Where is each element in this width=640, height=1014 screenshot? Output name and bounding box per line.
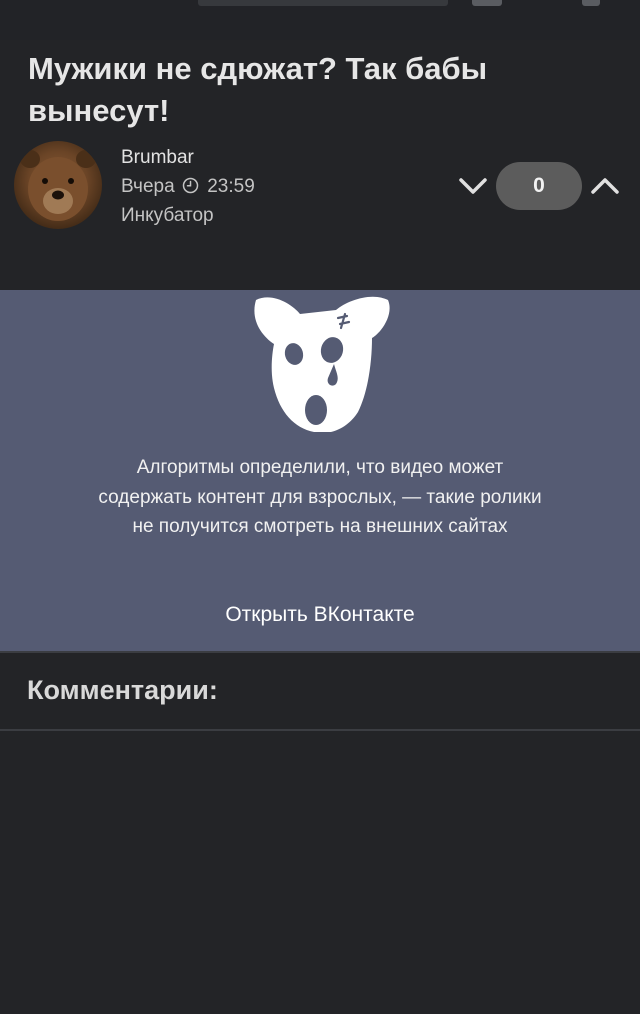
post-date: Вчера — [121, 176, 175, 197]
bear-avatar-icon — [20, 150, 96, 221]
open-vk-link[interactable]: Открыть ВКонтакте — [0, 603, 640, 627]
rating-counter: 0 — [496, 162, 582, 210]
video-embed-placeholder: Алгоритмы определили, что видео может со… — [0, 290, 640, 651]
divider — [0, 651, 640, 653]
header-icon-cut-off — [472, 0, 502, 6]
post-time: 23:59 — [207, 176, 255, 197]
post-title: Мужики не сдюжат? Так бабы вынесут! — [28, 51, 488, 128]
author-name[interactable]: Brumbar — [121, 145, 255, 174]
downvote-button[interactable] — [457, 170, 489, 202]
header-cut-off — [198, 0, 448, 6]
vk-sad-dog-logo-icon — [254, 296, 390, 432]
upvote-button[interactable] — [589, 170, 621, 202]
top-bar — [0, 0, 640, 40]
post-datetime: Вчера 23:59 — [121, 174, 255, 203]
adult-content-message: Алгоритмы определили, что видео может со… — [98, 457, 542, 537]
header-menu-cut-off — [582, 0, 600, 6]
chevron-down-icon — [459, 178, 487, 194]
divider — [0, 729, 640, 731]
chevron-up-icon — [591, 178, 619, 194]
comments-heading: Комментарии: — [27, 675, 218, 705]
community-name[interactable]: Инкубатор — [121, 203, 255, 232]
clock-icon — [182, 177, 199, 194]
author-avatar[interactable] — [14, 141, 102, 229]
post-meta: Brumbar Вчера 23:59 Инкубатор — [121, 145, 255, 232]
